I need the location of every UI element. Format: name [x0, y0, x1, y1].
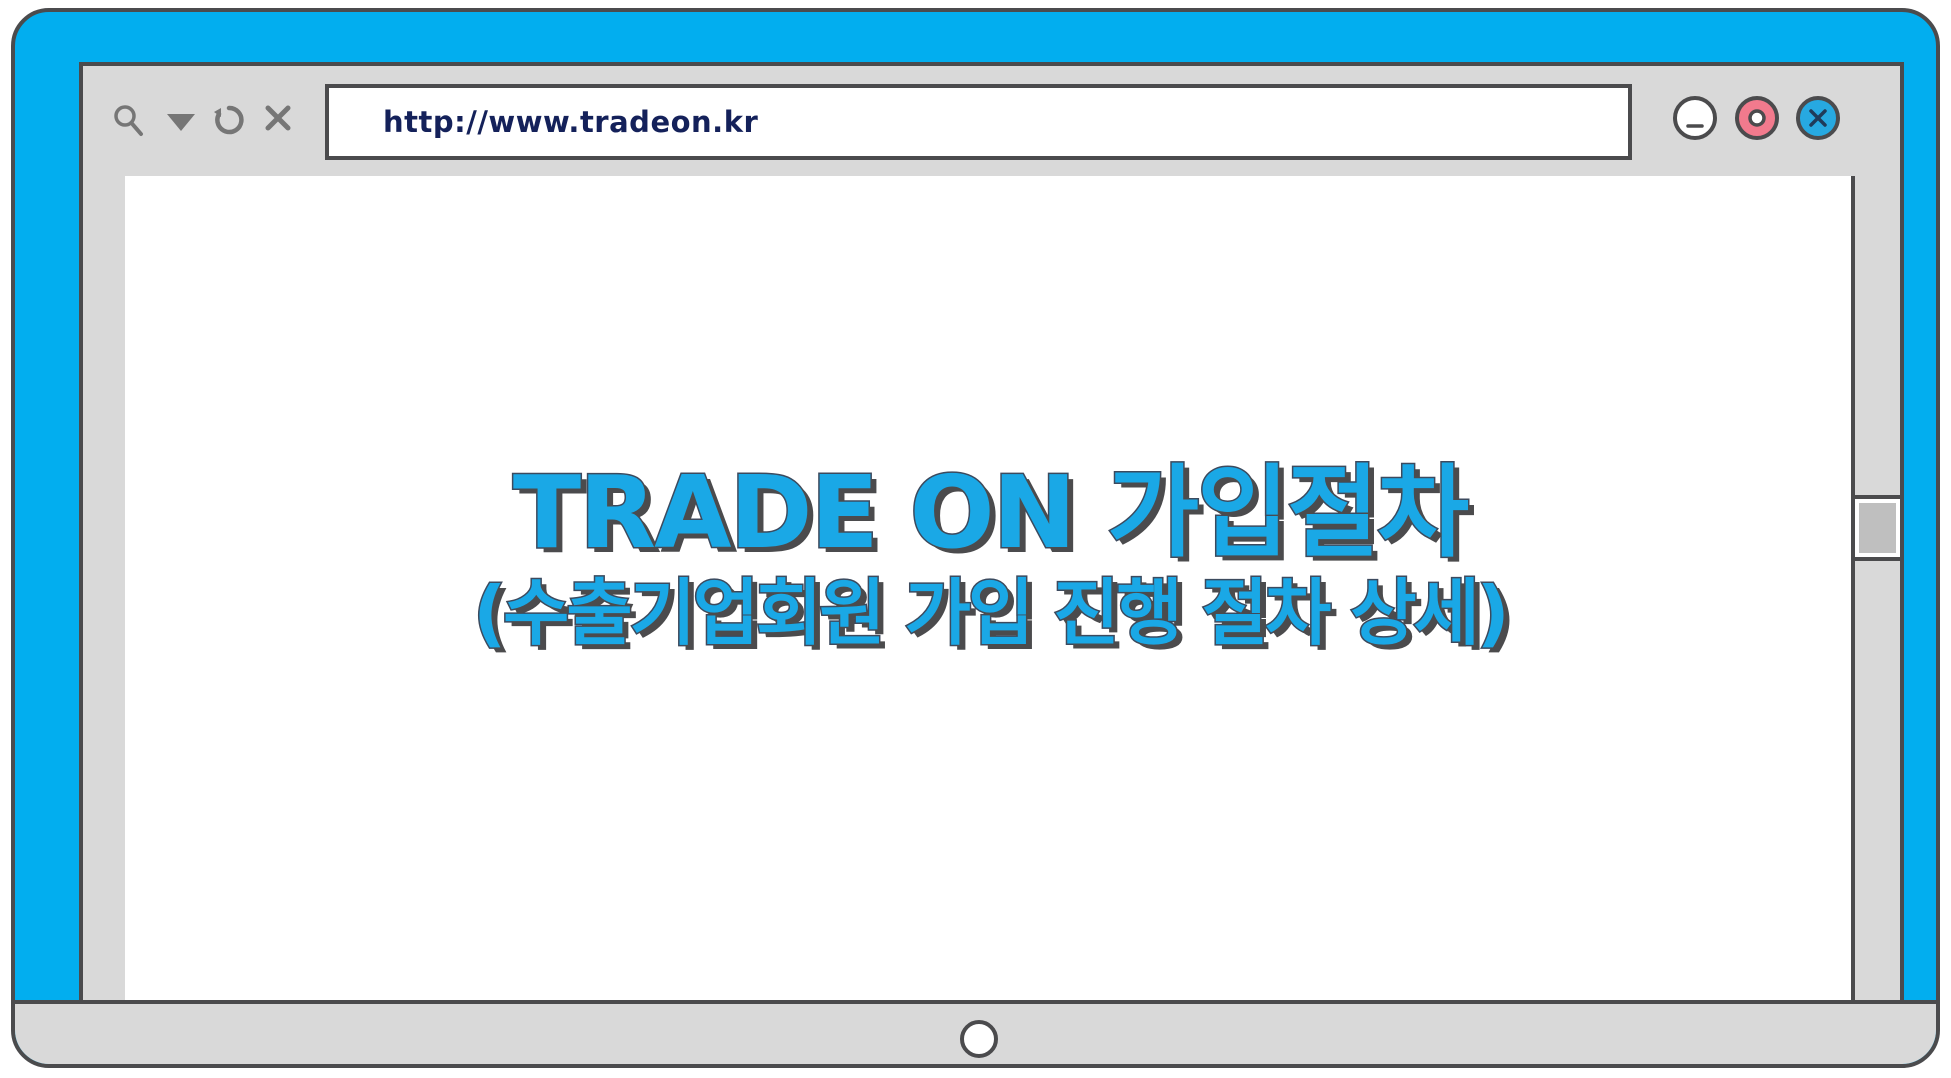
scrollbar-thumb-fill — [1859, 503, 1896, 553]
page-subtitle: (수출기업회원 가입 진행 절차 상세) — [472, 570, 1511, 657]
device-frame: http://www.tradeon.kr TRADE ON 가입절차 (수출기… — [11, 8, 1940, 1068]
dropdown-icon[interactable] — [167, 114, 195, 131]
stop-icon[interactable] — [264, 103, 292, 137]
device-bottom-bar — [15, 1000, 1936, 1064]
scrollbar-track[interactable] — [1851, 176, 1904, 1016]
maximize-button[interactable] — [1735, 96, 1779, 140]
close-icon — [1809, 109, 1827, 127]
minimize-button[interactable] — [1673, 96, 1717, 140]
home-button[interactable] — [960, 1020, 998, 1058]
scrollbar-thumb[interactable] — [1851, 495, 1904, 561]
search-icon[interactable] — [113, 104, 145, 142]
url-text: http://www.tradeon.kr — [383, 105, 759, 139]
refresh-icon[interactable] — [211, 102, 247, 142]
left-frame — [79, 176, 129, 1016]
browser-toolbar: http://www.tradeon.kr — [79, 62, 1904, 180]
page-content: TRADE ON 가입절차 (수출기업회원 가입 진행 절차 상세) — [125, 176, 1855, 1016]
minimize-icon — [1686, 124, 1704, 128]
address-bar[interactable]: http://www.tradeon.kr — [325, 84, 1632, 160]
close-button[interactable] — [1796, 96, 1840, 140]
maximize-icon — [1748, 109, 1766, 127]
